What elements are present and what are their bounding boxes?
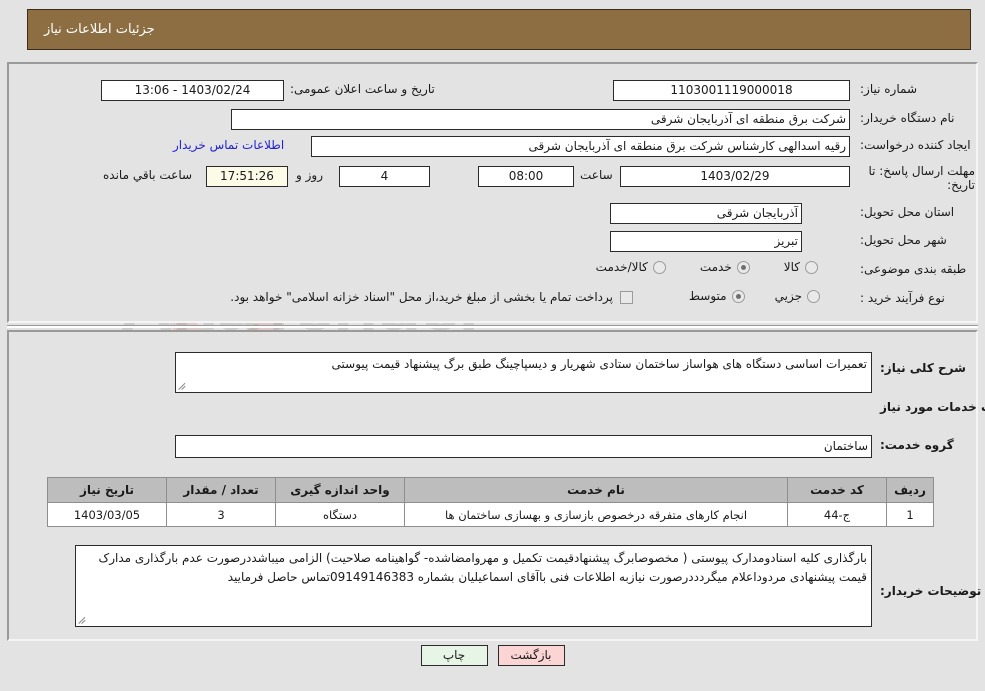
category-radio-khedmat[interactable]: خدمت — [700, 260, 750, 274]
cell-service-name: انجام کارهای متفرقه درخصوص بازسازی و بهس… — [404, 502, 788, 527]
city-label: شهر محل تحویل: — [860, 233, 947, 247]
requester-value: رقیه اسدالهی کارشناس شرکت برق منطقه ای آ… — [311, 136, 850, 157]
need-number-label: شماره نیاز: — [860, 82, 917, 96]
process-label: نوع فرآیند خرید : — [860, 291, 945, 305]
public-announce-value: 1403/02/24 - 13:06 — [101, 80, 284, 101]
buyer-org-label: نام دستگاه خریدار: — [860, 111, 955, 125]
remaining-time: 17:51:26 — [206, 166, 288, 187]
process-option-label: جزیي — [774, 289, 802, 303]
buyer-org-value: شرکت برق منطقه ای آذربایجان شرقی — [231, 109, 850, 130]
buyer-contact-link[interactable]: اطلاعات تماس خریدار — [173, 138, 284, 152]
province-label: استان محل تحویل: — [860, 205, 955, 219]
page-header-bar: جزئیات اطلاعات نیاز — [27, 9, 971, 50]
back-button[interactable]: بازگشت — [497, 645, 565, 666]
hour-label: ساعت — [580, 168, 613, 182]
th-quantity: تعداد / مقدار — [166, 477, 276, 503]
services-info-title: اطلاعات خدمات مورد نیاز — [880, 400, 985, 414]
public-announce-label: تاریخ و ساعت اعلان عمومی: — [290, 82, 435, 96]
cell-service-code: ج-44 — [787, 502, 887, 527]
services-table: ردیف کد خدمت نام خدمت واحد اندازه گیری ت… — [47, 477, 934, 527]
treasury-checkbox[interactable] — [620, 290, 633, 304]
th-unit: واحد اندازه گیری — [275, 477, 405, 503]
process-radio-group: جزیي متوسط — [655, 289, 820, 303]
radio-icon[interactable] — [807, 289, 820, 303]
category-option-label: کالا — [783, 260, 800, 274]
deadline-label: مهلت ارسال پاسخ: تا تاریخ: — [868, 164, 975, 192]
radio-icon[interactable] — [736, 260, 750, 274]
buyer-notes-value: بارگذاری کلیه اسنادومدارک پیوستی ( مخصوص… — [98, 551, 868, 584]
section-divider — [7, 325, 978, 328]
category-option-label: کالا/خدمت — [595, 260, 648, 274]
service-group-label: گروه خدمت: — [880, 438, 954, 452]
radio-icon[interactable] — [805, 260, 818, 274]
process-option-label: متوسط — [688, 289, 727, 303]
th-service-name: نام خدمت — [404, 477, 788, 503]
category-option-label: خدمت — [699, 260, 732, 274]
need-summary-panel — [7, 62, 978, 323]
radio-icon[interactable] — [652, 260, 666, 274]
category-radio-kala[interactable]: کالا — [784, 260, 818, 274]
cell-need-date: 1403/03/05 — [47, 502, 167, 527]
process-radio-jozie[interactable]: جزیي — [775, 289, 820, 303]
deadline-time: 08:00 — [478, 166, 574, 187]
remaining-days: 4 — [339, 166, 430, 187]
category-radio-group: کالا خدمت کالا/خدمت — [538, 260, 818, 274]
cell-row-no: 1 — [886, 502, 934, 527]
city-value: تبریز — [610, 231, 802, 252]
treasury-checkbox-label: پرداخت تمام یا بخشی از مبلغ خرید،از محل … — [230, 290, 613, 304]
general-desc-label: شرح کلی نیاز: — [880, 361, 966, 375]
process-radio-motavaset[interactable]: متوسط — [689, 289, 745, 303]
category-label: طبقه بندی موضوعی: — [860, 262, 967, 276]
page-title: جزئیات اطلاعات نیاز — [44, 22, 155, 37]
radio-icon[interactable] — [731, 289, 745, 303]
buyer-notes-textarea[interactable]: بارگذاری کلیه اسنادومدارک پیوستی ( مخصوص… — [75, 545, 872, 627]
resize-grip-icon[interactable] — [178, 381, 188, 391]
buyer-notes-label: توضیحات خریدار: — [880, 584, 982, 598]
table-header-row: ردیف کد خدمت نام خدمت واحد اندازه گیری ت… — [47, 477, 934, 503]
remaining-time-label: ساعت باقي مانده — [103, 168, 193, 182]
cell-quantity: 3 — [166, 502, 276, 527]
requester-label: ایجاد کننده درخواست: — [860, 138, 971, 152]
need-number-value: 1103001119000018 — [613, 80, 850, 101]
cell-unit: دستگاه — [275, 502, 405, 527]
footer-button-bar: بازگشت چاپ — [0, 645, 985, 666]
province-value: آذربایجان شرقی — [610, 203, 802, 224]
days-label: روز و — [296, 168, 323, 182]
general-desc-value: تعمیرات اساسی دستگاه های هواساز ساختمان … — [331, 357, 867, 371]
th-row-no: ردیف — [886, 477, 934, 503]
resize-grip-icon[interactable] — [78, 615, 88, 625]
th-need-date: تاریخ نیاز — [47, 477, 167, 503]
table-row: 1 ج-44 انجام کارهای متفرقه درخصوص بازساز… — [47, 502, 934, 527]
service-group-value: ساختمان — [175, 435, 872, 458]
general-desc-textarea[interactable]: تعمیرات اساسی دستگاه های هواساز ساختمان … — [175, 352, 872, 393]
th-service-code: کد خدمت — [787, 477, 887, 503]
print-button[interactable]: چاپ — [420, 645, 488, 666]
deadline-date: 1403/02/29 — [620, 166, 850, 187]
category-radio-kala-khedmat[interactable]: کالا/خدمت — [596, 260, 666, 274]
